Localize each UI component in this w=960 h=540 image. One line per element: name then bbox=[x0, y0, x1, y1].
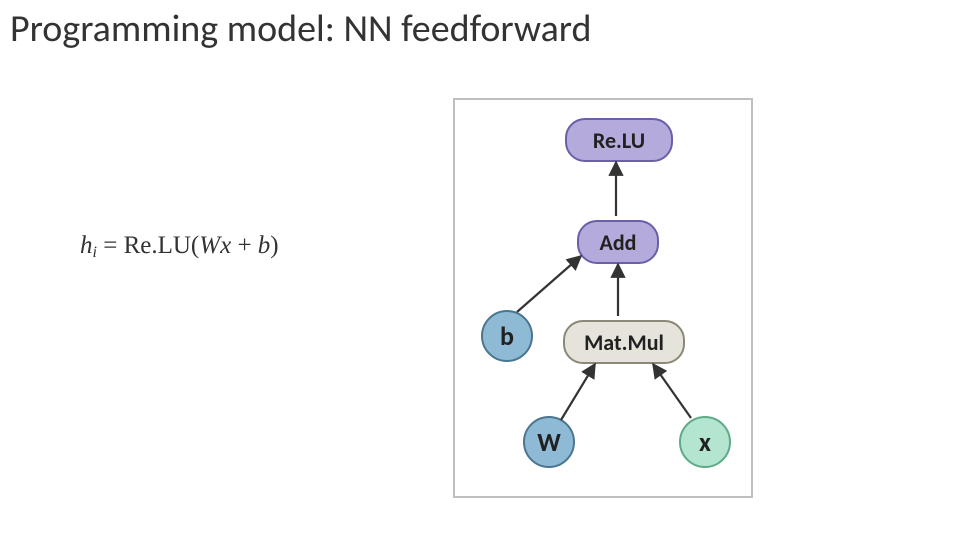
node-matmul: Mat.Mul bbox=[563, 320, 685, 364]
eq-b: b bbox=[258, 232, 271, 259]
node-relu: Re.LU bbox=[565, 118, 673, 162]
equation: hi = Re.LU(Wx + b) bbox=[80, 232, 279, 262]
slide-title: Programming model: NN feedforward bbox=[10, 6, 592, 52]
eq-fn: Re.LU bbox=[124, 232, 191, 259]
eq-lhs-var: h bbox=[80, 232, 93, 259]
eq-x: x bbox=[220, 232, 231, 259]
node-add: Add bbox=[577, 220, 659, 264]
node-x: x bbox=[679, 416, 731, 468]
node-W: W bbox=[523, 416, 575, 468]
eq-eq: = bbox=[97, 232, 124, 259]
eq-close: ) bbox=[270, 232, 278, 259]
eq-W: W bbox=[199, 232, 220, 259]
node-b: b bbox=[481, 310, 533, 362]
computation-graph-box: Re.LU Add Mat.Mul b W x bbox=[453, 98, 753, 498]
eq-open: ( bbox=[191, 232, 199, 259]
eq-plus: + bbox=[231, 232, 258, 259]
